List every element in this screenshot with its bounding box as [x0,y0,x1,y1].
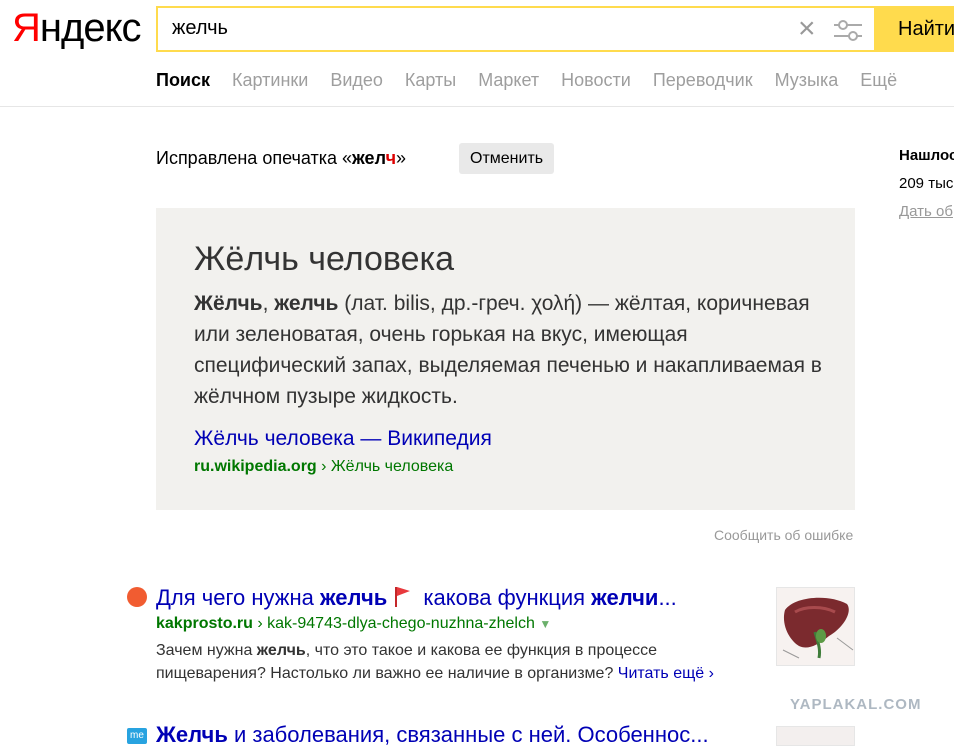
title-part: и заболевания, связанные с ней. Особенно… [227,722,709,747]
advertise-link[interactable]: Дать об [899,203,953,220]
result-thumbnail[interactable] [776,587,855,666]
tab-more[interactable]: Ещё [860,70,897,91]
search-tabs: Поиск Картинки Видео Карты Маркет Новост… [156,70,919,91]
title-highlight: желчи [591,585,659,610]
result-title-link[interactable]: Желчь и заболевания, связанные с ней. Ос… [156,722,709,748]
tab-news[interactable]: Новости [561,70,631,91]
snippet-part: Зачем нужна [156,642,257,659]
kakprosto-favicon [127,587,147,607]
logo-rest: ндекс [39,6,142,50]
typo-prefix: Исправлена опечатка « [156,148,353,168]
card-separator: , [262,292,275,315]
tab-market[interactable]: Маркет [478,70,539,91]
card-description: Жёлчь, желчь (лат. bilis, др.-греч. χολή… [194,288,824,412]
wikipedia-link[interactable]: Жёлчь человека — Википедия [194,427,492,451]
read-more-label: Читать ещё [617,665,705,682]
tab-music[interactable]: Музыка [775,70,839,91]
title-highlight: желчь [319,585,388,610]
site-favicon: me [127,728,147,744]
result-snippet: Зачем нужна желчь, что это такое и каков… [156,639,766,685]
search-button[interactable]: Найти [874,6,954,52]
filter-settings-icon[interactable] [834,20,862,42]
snippet-highlight: желчь [256,642,306,659]
result-title-link[interactable]: Для чего нужна желчь какова функция желч… [156,585,677,611]
tab-maps[interactable]: Карты [405,70,456,91]
card-term: Жёлчь [194,292,263,315]
header-divider [0,106,954,107]
result-thumbnail[interactable] [776,726,855,746]
cancel-correction-button[interactable]: Отменить [459,143,555,174]
result-url[interactable]: kakprosto.ru › kak-94743-dlya-chego-nuzh… [156,615,551,633]
tab-search[interactable]: Поиск [156,70,210,91]
results-count: 209 тыс [899,175,954,192]
title-ellipsis: ... [658,585,677,610]
report-error-link[interactable]: Сообщить об ошибке [714,527,853,543]
read-more-link[interactable]: Читать ещё › [618,665,714,682]
logo-first-letter: Я [12,6,41,50]
search-box: × [156,6,954,52]
result-url-path: › kak-94743-dlya-chego-nuzhna-zhelch [252,615,535,632]
title-highlight: Желчь [156,722,228,747]
results-found-title: Нашлось [899,147,954,164]
search-input[interactable] [172,17,772,40]
card-term-alt: желчь [274,292,339,315]
typo-correction-notice: Исправлена опечатка «желч» [156,148,406,169]
tab-video[interactable]: Видео [330,70,383,91]
corrected-letter: ч [385,148,397,168]
card-url[interactable]: ru.wikipedia.org › Жёлчь человека [194,458,453,476]
triangle-down-icon[interactable]: ▼ [539,617,551,631]
yandex-logo[interactable]: Яндекс [12,6,142,51]
corrected-word: жел [352,148,386,168]
result-url-domain: kakprosto.ru [156,615,253,632]
card-url-path: › Жёлчь человека [316,458,454,475]
title-part: какова функция [417,585,592,610]
watermark: YAPLAKAL.COM [790,696,922,713]
chevron-right-icon: › [708,665,714,682]
title-part: Для чего нужна [156,585,320,610]
knowledge-card: Жёлчь человека Жёлчь, желчь (лат. bilis,… [156,208,855,510]
red-flag-icon [395,587,411,607]
tab-translator[interactable]: Переводчик [653,70,753,91]
typo-suffix: » [396,148,407,168]
liver-illustration-icon [777,588,854,665]
tab-images[interactable]: Картинки [232,70,308,91]
card-url-domain: ru.wikipedia.org [194,458,317,475]
close-icon[interactable]: × [798,14,816,44]
card-title: Жёлчь человека [194,240,455,278]
